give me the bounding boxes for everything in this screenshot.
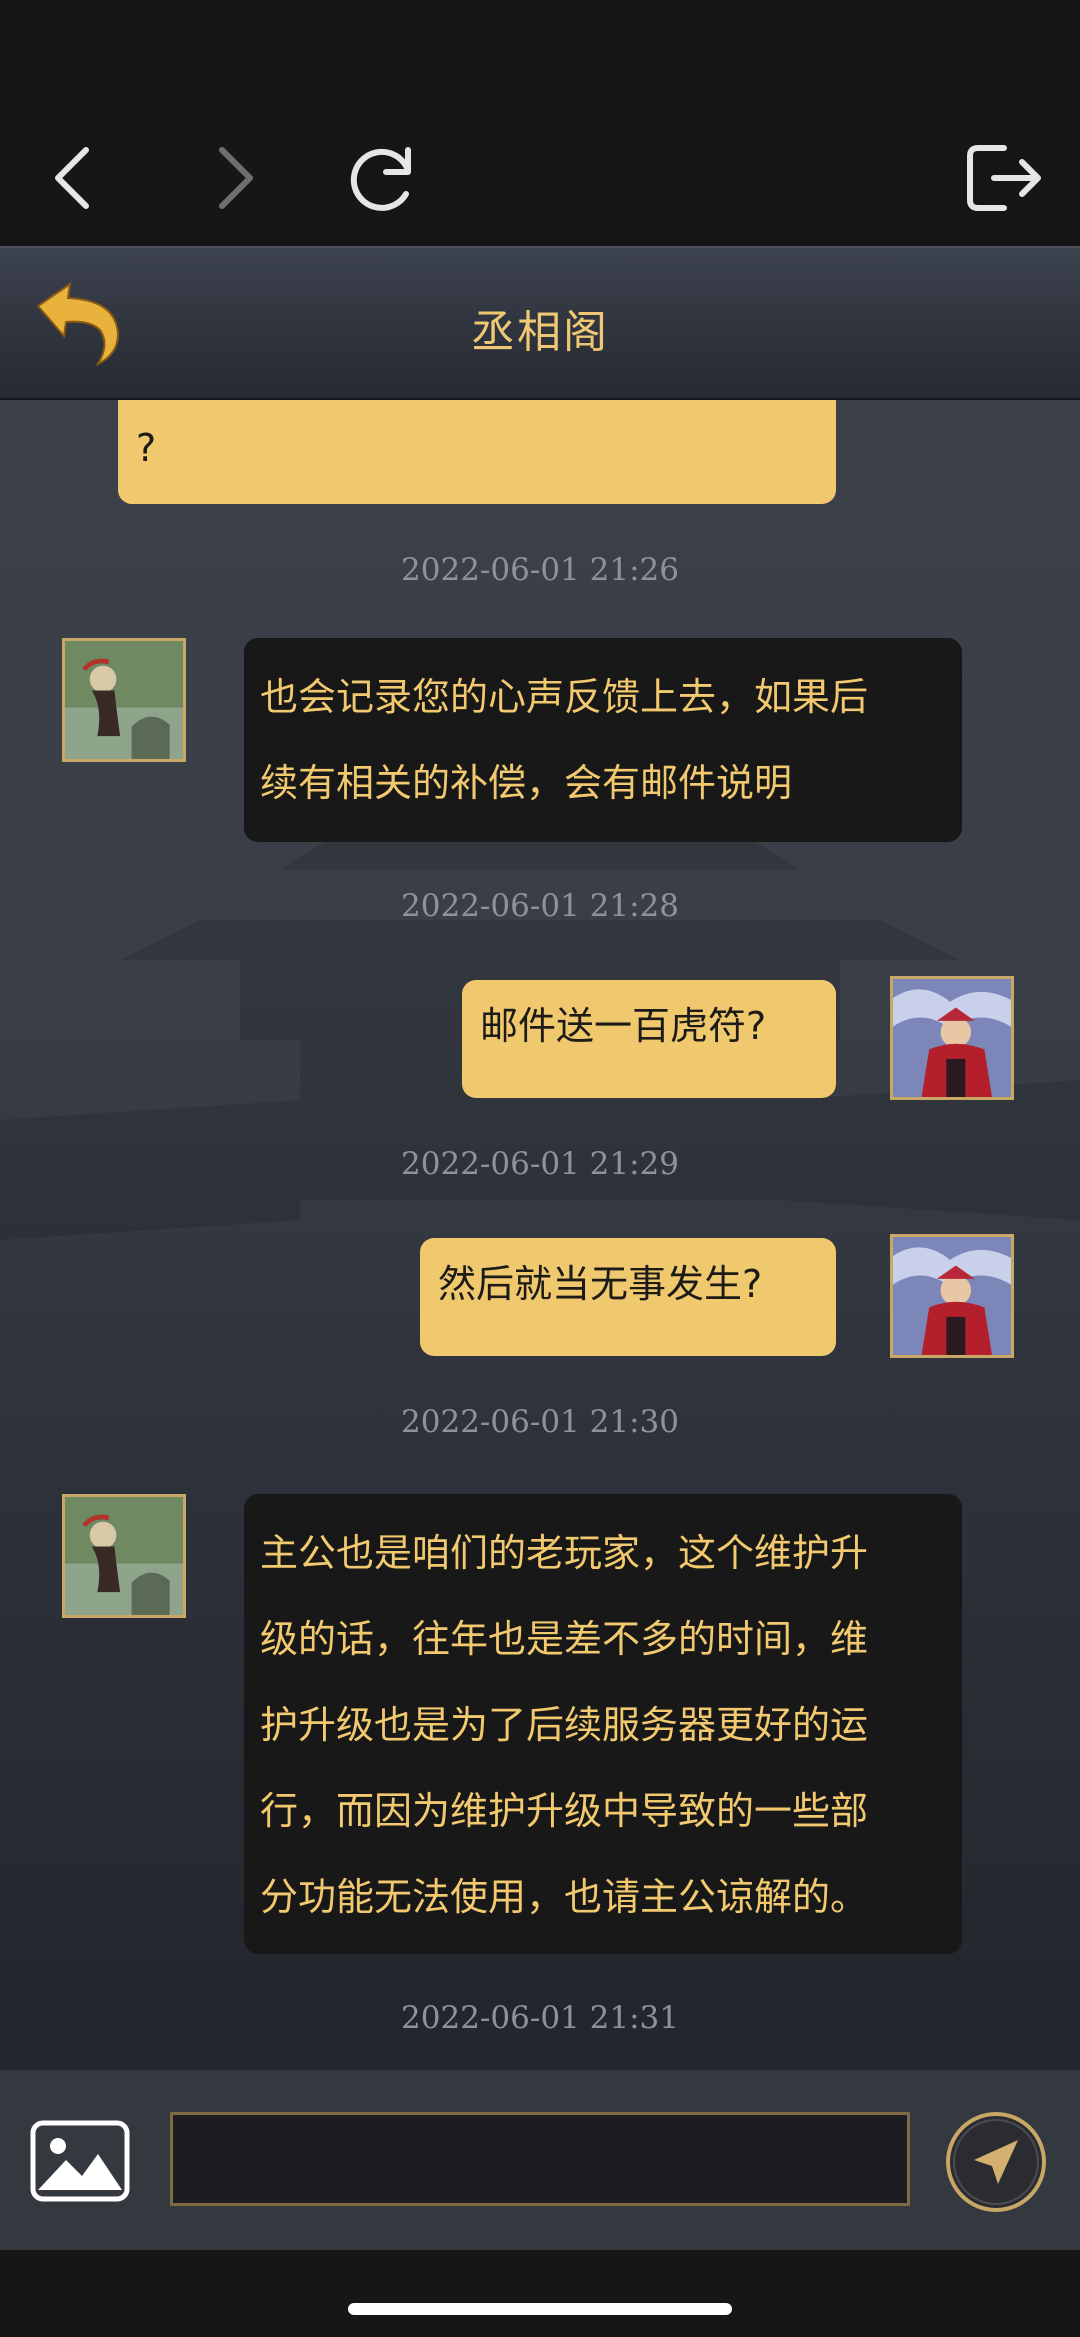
- advisor-avatar-image: [65, 641, 183, 759]
- reload-button[interactable]: [334, 130, 430, 226]
- compose-bar: [0, 2070, 1080, 2250]
- message-bubble-incoming: 主公也是咱们的老玩家，这个维护升 级的话，往年也是差不多的时间，维 护升级也是为…: [244, 1494, 962, 1954]
- message-bubble-incoming: 也会记录您的心声反馈上去，如果后 续有相关的补偿，会有邮件说明: [244, 638, 962, 842]
- message-line: 主公也是咱们的老玩家，这个维护升: [260, 1531, 869, 1575]
- message-line: 续有相关的补偿，会有邮件说明: [260, 761, 793, 805]
- home-indicator[interactable]: [348, 2303, 732, 2315]
- message-text: 邮件送一百虎符?: [480, 1004, 767, 1048]
- message-timestamp: 2022-06-01 21:26: [401, 552, 679, 588]
- image-icon: [30, 2120, 130, 2202]
- back-button[interactable]: [28, 130, 124, 226]
- user-avatar-image: [893, 979, 1011, 1097]
- send-icon: [946, 2112, 1046, 2212]
- message-line: 行，而因为维护升级中导致的一些部: [260, 1789, 869, 1833]
- exit-icon: [967, 145, 1041, 211]
- message-line: 级的话，往年也是差不多的时间，维: [260, 1617, 869, 1661]
- message-bubble-outgoing: ?: [118, 400, 836, 504]
- avatar[interactable]: [890, 976, 1014, 1100]
- chat-area[interactable]: ? 2022-06-01 21:26 也会记录您的心声反馈上去，如果后 续有相关…: [0, 400, 1080, 2070]
- exit-button[interactable]: [954, 130, 1050, 226]
- title-bar: 丞相阁: [0, 246, 1080, 400]
- send-button[interactable]: [944, 2110, 1048, 2214]
- page-title: 丞相阁: [471, 307, 609, 358]
- message-timestamp: 2022-06-01 21:30: [401, 1404, 679, 1440]
- advisor-avatar-image: [65, 1497, 183, 1615]
- forward-button[interactable]: [184, 130, 280, 226]
- message-input[interactable]: [170, 2112, 910, 2206]
- avatar[interactable]: [62, 1494, 186, 1618]
- user-avatar-image: [893, 1237, 1011, 1355]
- message-text: ?: [136, 426, 157, 470]
- message-line: 分功能无法使用，也请主公谅解的。: [260, 1875, 869, 1919]
- message-line: 护升级也是为了后续服务器更好的运: [260, 1703, 869, 1747]
- message-timestamp: 2022-06-01 21:28: [401, 888, 679, 924]
- browser-toolbar: [0, 0, 1080, 246]
- message-bubble-outgoing: 邮件送一百虎符?: [462, 980, 836, 1098]
- avatar[interactable]: [62, 638, 186, 762]
- image-button[interactable]: [30, 2120, 130, 2202]
- forward-icon: [219, 147, 253, 209]
- reload-icon: [350, 147, 411, 211]
- bottom-bar: [0, 2250, 1080, 2337]
- message-text: 然后就当无事发生?: [438, 1262, 763, 1306]
- message-timestamp: 2022-06-01 21:29: [401, 1146, 679, 1182]
- back-icon: [55, 147, 89, 209]
- message-timestamp: 2022-06-01 21:31: [401, 2000, 679, 2036]
- avatar[interactable]: [890, 1234, 1014, 1358]
- message-bubble-outgoing: 然后就当无事发生?: [420, 1238, 836, 1356]
- message-line: 也会记录您的心声反馈上去，如果后: [260, 675, 869, 719]
